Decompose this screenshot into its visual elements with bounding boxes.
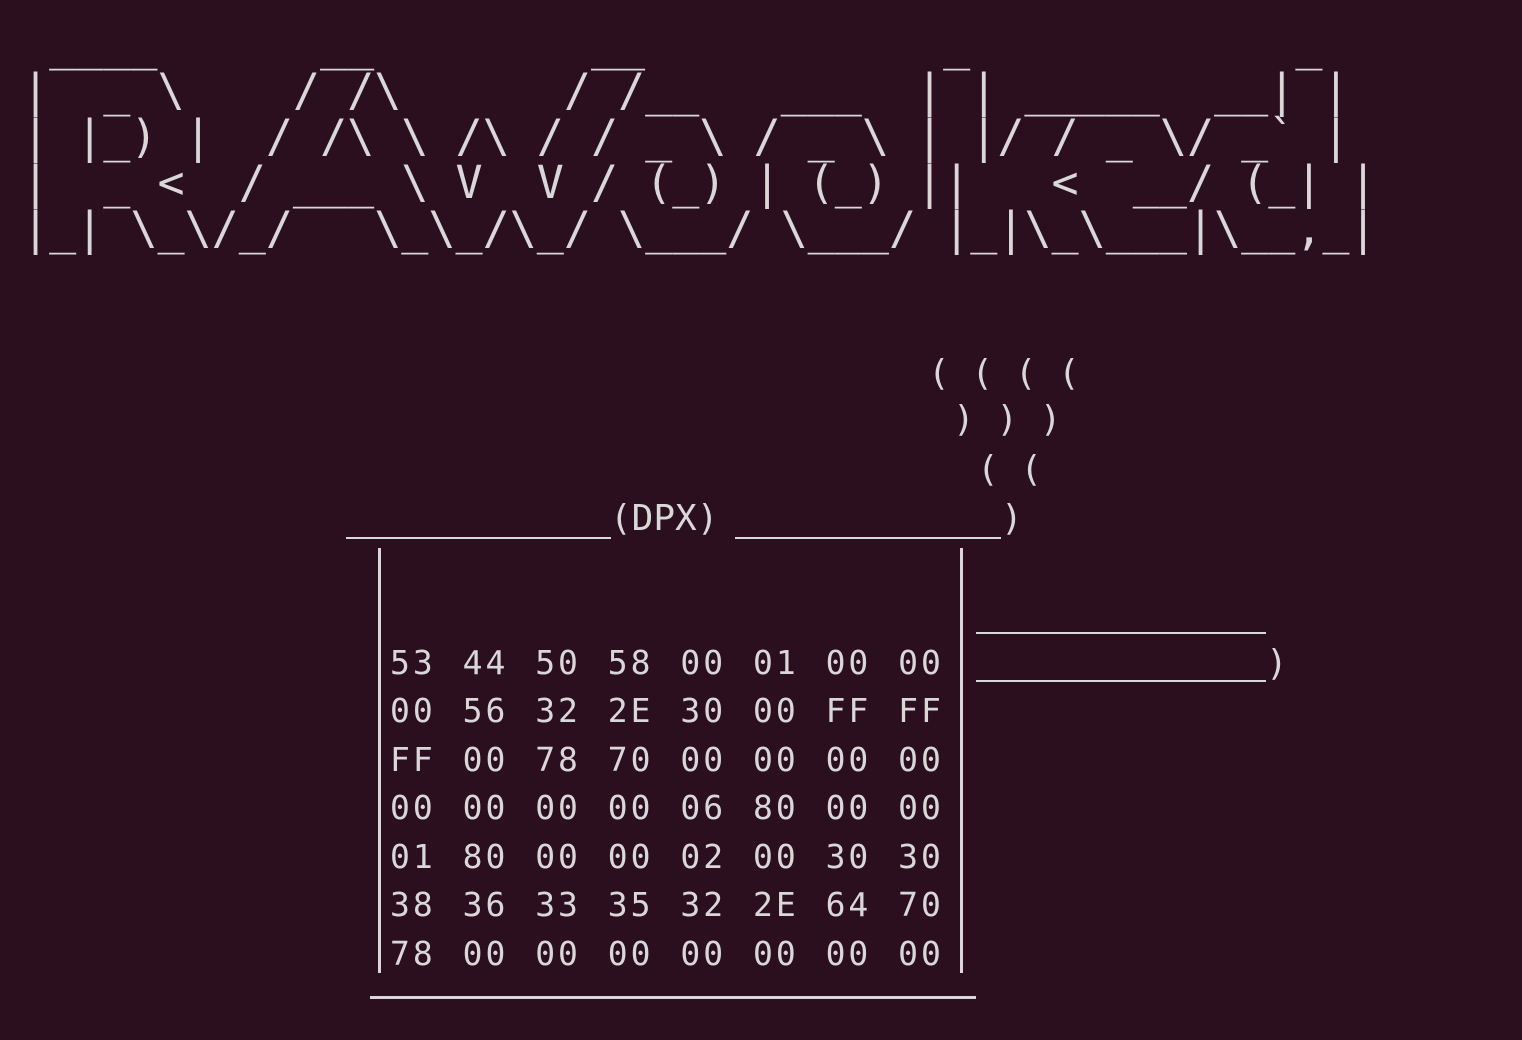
hex-byte: 78	[535, 739, 581, 779]
hex-byte: 00	[462, 933, 509, 973]
hex-byte: 00	[898, 933, 944, 973]
hex-byte: 00	[825, 933, 872, 973]
hex-byte: 01	[390, 836, 436, 876]
hex-byte: 00	[390, 788, 436, 828]
pot-rim-right	[735, 537, 1001, 539]
hex-row: 00 00 00 00 06 80 00 00	[390, 784, 971, 833]
hex-byte: 00	[898, 739, 944, 779]
pot-handle-top	[976, 632, 1266, 634]
hex-byte: 78	[390, 933, 436, 973]
steam-line: ( (	[977, 449, 1043, 490]
hex-byte: 00	[607, 933, 654, 973]
hex-byte: 00	[535, 933, 581, 973]
hex-byte: 00	[390, 691, 436, 731]
hex-byte: 00	[752, 836, 799, 876]
pot-handle-bottom	[976, 680, 1266, 682]
hex-byte: 36	[462, 885, 509, 925]
hex-byte: FF	[898, 691, 944, 731]
hex-byte: FF	[825, 691, 872, 731]
hex-byte: 30	[680, 691, 727, 731]
pot-rim-left	[346, 537, 611, 539]
hex-byte: FF	[390, 739, 436, 779]
hex-row: 78 00 00 00 00 00 00 00	[390, 929, 971, 978]
steam-line: ( ( ( (	[928, 353, 1080, 394]
hex-row: 38 36 33 35 32 2E 64 70	[390, 881, 971, 930]
hex-byte: 70	[898, 885, 944, 925]
hex-byte: 00	[825, 642, 872, 682]
hex-row: 01 80 00 00 02 00 30 30	[390, 832, 971, 881]
hex-byte: 00	[825, 739, 872, 779]
hex-byte: 06	[680, 788, 727, 828]
hex-byte: 44	[462, 642, 509, 682]
hex-row: 53 44 50 58 00 01 00 00	[390, 638, 971, 687]
hex-byte: 00	[898, 642, 944, 682]
hex-byte: 00	[607, 836, 654, 876]
hex-row: FF 00 78 70 00 00 00 00	[390, 735, 971, 784]
hex-byte: 80	[462, 836, 509, 876]
hex-byte: 00	[680, 642, 727, 682]
hex-byte: 30	[898, 836, 944, 876]
hex-byte: 00	[752, 691, 799, 731]
hex-byte: 35	[607, 885, 654, 925]
hex-byte: 80	[752, 788, 799, 828]
hex-byte: 32	[535, 691, 581, 731]
hex-byte: 00	[535, 836, 581, 876]
hex-byte: 58	[607, 642, 654, 682]
pot-label: (DPX)	[610, 498, 719, 539]
hex-byte: 56	[462, 691, 509, 731]
hex-byte: 00	[825, 788, 872, 828]
hex-byte: 00	[535, 788, 581, 828]
hex-byte: 00	[898, 788, 944, 828]
hex-byte: 00	[680, 739, 727, 779]
hex-byte: 01	[752, 642, 799, 682]
hex-byte: 2E	[752, 885, 799, 925]
hex-byte: 53	[390, 642, 436, 682]
hex-byte: 00	[462, 788, 509, 828]
hex-dump: 53 44 50 58 00 01 00 00 00 56 32 2E 30 0…	[390, 638, 971, 978]
hex-byte: 38	[390, 885, 436, 925]
hex-byte: 2E	[607, 691, 654, 731]
hex-row: 00 56 32 2E 30 00 FF FF	[390, 687, 971, 736]
hex-byte: 00	[752, 933, 799, 973]
hex-byte: 70	[607, 739, 654, 779]
hex-byte: 00	[752, 739, 799, 779]
hex-byte: 00	[680, 933, 727, 973]
hex-byte: 50	[535, 642, 581, 682]
hex-byte: 30	[825, 836, 872, 876]
banner-line: |_| \_\/_/ \_\_/\_/ \___/ \___/ |_|\_\__…	[22, 202, 1377, 255]
terminal-window[interactable]: ____ __ __ _ _ | _ \ / /\ / /__ ___ | | …	[0, 0, 1522, 1040]
hex-byte: 02	[680, 836, 727, 876]
hex-byte: 64	[825, 885, 872, 925]
ascii-banner: ____ __ __ _ _ | _ \ / /\ / /__ ___ | | …	[22, 22, 1377, 252]
pot-left-wall	[378, 548, 381, 973]
pot-handle-end: )	[1266, 643, 1288, 684]
hex-byte: 00	[607, 788, 654, 828]
steam-line: ) ) )	[953, 399, 1062, 440]
hex-byte: 00	[462, 739, 509, 779]
pot-bottom	[370, 996, 976, 999]
steam-line: )	[1001, 498, 1023, 539]
hex-byte: 33	[535, 885, 581, 925]
hex-byte: 32	[680, 885, 727, 925]
